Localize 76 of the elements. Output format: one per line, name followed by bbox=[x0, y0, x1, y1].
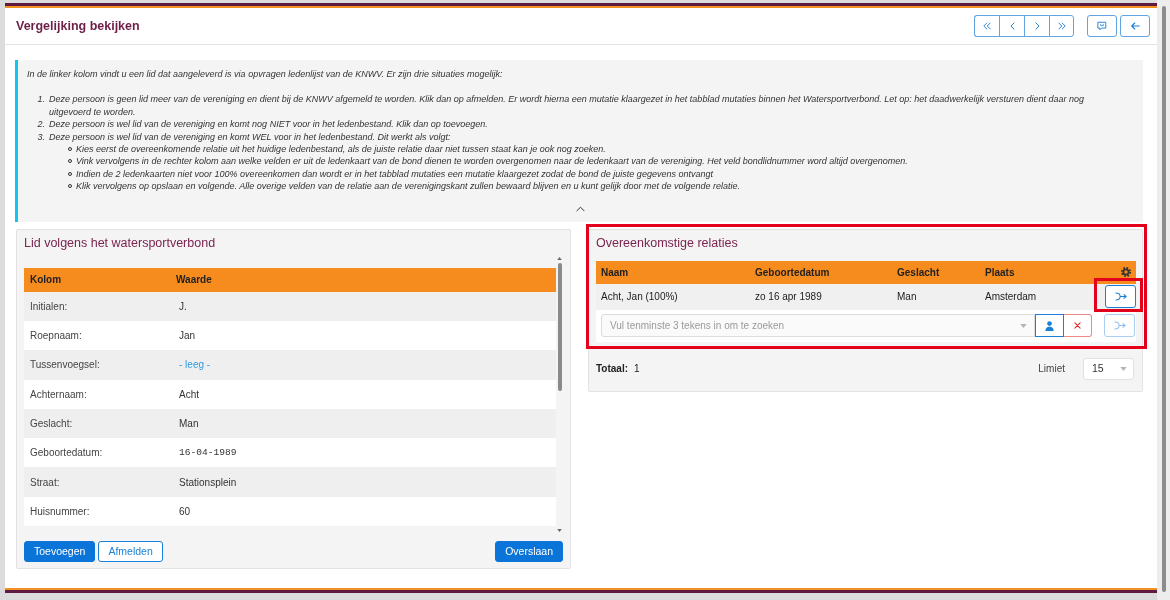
limit-value: 15 bbox=[1092, 360, 1104, 376]
column-header: Waarde bbox=[176, 273, 213, 288]
table-cell-text: Geboortedatum: bbox=[29, 446, 104, 461]
info-text: Vink vervolgens in de rechter kolom aan welke velden er uit de ledenkaart van de bond dienen te worden overgenomen naar de ledenkaart van de vereniging. Het veld bondlidnummer word altijd overgenomen. bbox=[76, 155, 909, 168]
close-icon bbox=[1074, 322, 1081, 330]
curve-arrow-icon bbox=[1113, 321, 1126, 331]
column-header: Geboortedatum bbox=[755, 265, 830, 280]
previous-button[interactable] bbox=[999, 15, 1024, 37]
comment-button[interactable] bbox=[1087, 15, 1117, 37]
first-page-button[interactable] bbox=[974, 15, 999, 37]
back-button[interactable] bbox=[1120, 15, 1150, 37]
double-chevron-right-icon bbox=[1057, 22, 1066, 30]
panel-title: Overeenkomstige relaties bbox=[596, 234, 739, 251]
panel-title: Lid volgens het watersportverbond bbox=[24, 234, 217, 251]
table-cell-text: Acht, Jan (100%) bbox=[601, 290, 678, 305]
page-title: Vergelijking bekijken bbox=[16, 18, 140, 34]
person-icon bbox=[1045, 320, 1054, 331]
table-cell-text: Huisnummer: bbox=[29, 504, 91, 519]
table-cell-text: Amsterdam bbox=[985, 290, 1037, 305]
search-field[interactable]: Vul tenminste 3 tekens in om te zoeken bbox=[601, 314, 1035, 338]
table-cell-text: - leeg - bbox=[178, 358, 211, 373]
info-text: Deze persoon is geen lid meer van de vereniging en dient bij de KNWV afgemeld te worden. Klik dan op afmelden. Er wordt hierna een mutatie klaargezet in het tabblad mutaties binnen het Watersportverbond. Let op: het daadwerkelijk versturen dient daar nog uitgevoerd te worden. bbox=[49, 93, 1085, 119]
column-header: Plaats bbox=[985, 265, 1015, 280]
info-text: Klik vervolgens op opslaan en volgende. Alle overige velden van de relatie aan de verenigingskant zullen bewaard blijven en u kunt gelijk door met de volgende relatie. bbox=[76, 180, 742, 193]
scroll-up-icon[interactable] bbox=[557, 256, 562, 260]
limit-select[interactable]: 15 bbox=[1083, 357, 1134, 380]
scroll-down-icon[interactable] bbox=[557, 528, 562, 532]
clear-button[interactable] bbox=[1064, 314, 1092, 338]
curve-arrow-icon bbox=[1114, 292, 1127, 302]
chevron-up-icon[interactable] bbox=[575, 205, 585, 212]
table-cell-text: Straat: bbox=[29, 475, 61, 490]
caret-down-icon bbox=[1020, 324, 1027, 329]
arrow-left-icon bbox=[1130, 22, 1140, 30]
chevron-right-icon bbox=[1034, 22, 1040, 30]
table-cell-text: Geslacht: bbox=[29, 417, 74, 431]
primary-button[interactable]: Toevoegen bbox=[24, 540, 96, 562]
column-header: Kolom bbox=[29, 273, 63, 288]
info-text: In de linker kolom vindt u een lid dat aangeleverd is via opvragen ledenlijst van de KNWV. Er zijn drie situaties mogelijk: bbox=[27, 68, 504, 81]
total-label: Totaal: bbox=[596, 362, 629, 377]
double-chevron-left-icon bbox=[983, 22, 991, 30]
scrollbar-thumb[interactable] bbox=[1161, 6, 1166, 592]
limit-label: Limiet bbox=[1038, 362, 1065, 377]
table-cell-text: Acht bbox=[178, 387, 199, 402]
table-cell-text: Jan bbox=[178, 329, 196, 344]
table-cell-text: Stationsplein bbox=[178, 475, 237, 490]
person-button[interactable] bbox=[1035, 314, 1064, 338]
speech-bubble-icon bbox=[1097, 21, 1107, 31]
primary-button[interactable]: Overslaan bbox=[495, 540, 563, 562]
table-cell-text: Man bbox=[897, 290, 917, 305]
info-text: Deze persoon is wel lid van de vereniging en komt nog NIET voor in het ledenbestand. Klik dan op toevoegen. bbox=[49, 118, 489, 131]
list-number: 2. bbox=[36, 118, 46, 131]
table-cell-text: Man bbox=[178, 417, 199, 431]
outline-button[interactable]: Afmelden bbox=[98, 540, 163, 562]
info-text: Kies eerst de overeenkomende relatie uit het huidige ledenbestand, als de juiste relatie daar niet tussen staat kan je ook nog zoeken. bbox=[76, 143, 607, 156]
table-cell-text: J. bbox=[178, 299, 187, 314]
table-cell-text: zo 16 apr 1989 bbox=[755, 290, 822, 305]
chevron-left-icon bbox=[1009, 22, 1015, 30]
scrollbar-thumb[interactable] bbox=[557, 262, 562, 391]
info-text: Indien de 2 ledenkaarten niet voor 100% overeenkomen dan wordt er in het tabblad mutaties een mutatie klaargezet zodat de bond de juiste gegevens ontvangt bbox=[76, 167, 714, 181]
caret-down-icon bbox=[1120, 366, 1127, 371]
table-cell-text: Roepnaam: bbox=[29, 329, 83, 344]
column-header: Naam bbox=[601, 265, 629, 280]
merge-button[interactable] bbox=[1105, 285, 1136, 309]
total-count: 1 bbox=[634, 362, 640, 377]
next-button[interactable] bbox=[1024, 15, 1049, 37]
column-header: Geslacht bbox=[897, 265, 940, 280]
list-number: 3. bbox=[36, 130, 46, 144]
table-cell-text: Tussenvoegsel: bbox=[29, 358, 101, 373]
table-cell-text: 16-04-1989 bbox=[178, 445, 237, 460]
list-number: 1. bbox=[36, 93, 46, 107]
info-text: Deze persoon is wel lid van de vereniging en komt WEL voor in het ledenbestand. Dit werkt als volgt: bbox=[49, 130, 452, 144]
table-cell-text: Initialen: bbox=[29, 299, 69, 314]
gear-icon[interactable] bbox=[1121, 267, 1131, 278]
table-cell-text: 60 bbox=[178, 504, 191, 519]
last-page-button[interactable] bbox=[1049, 15, 1074, 37]
table-cell-text: Achternaam: bbox=[29, 387, 88, 402]
